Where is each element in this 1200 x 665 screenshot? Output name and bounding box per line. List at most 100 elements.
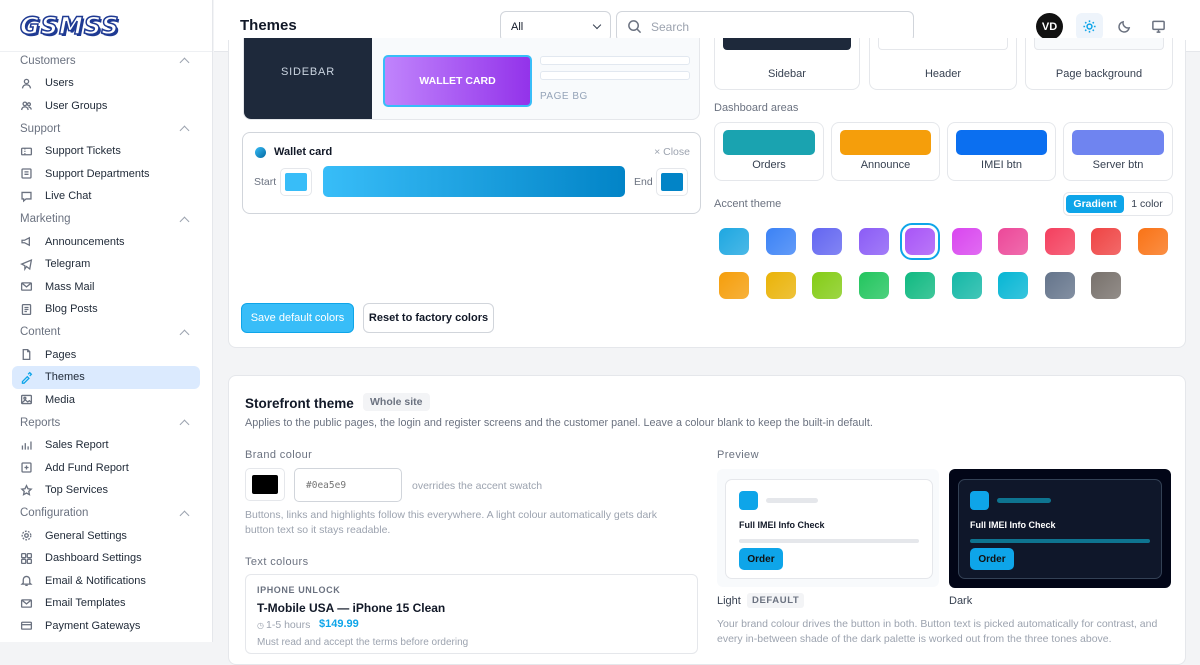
- sidebar-item-media[interactable]: Media: [12, 389, 200, 412]
- storefront-theme-card: Storefront theme Whole site Applies to t…: [228, 375, 1186, 665]
- accent-swatch[interactable]: [765, 228, 796, 255]
- swatch-page-background[interactable]: Page background: [1025, 38, 1173, 90]
- logo[interactable]: GSMSS: [0, 0, 212, 52]
- accent-swatch[interactable]: [1137, 228, 1168, 255]
- sidebar-item-label: Sales Report: [45, 439, 109, 452]
- accent-swatch[interactable]: [951, 228, 982, 255]
- swatch-orders[interactable]: Orders: [714, 122, 824, 181]
- sidebar-section-marketing[interactable]: Marketing: [12, 208, 200, 231]
- text-colours-sample: IPHONE UNLOCK T-Mobile USA — iPhone 15 C…: [245, 574, 698, 654]
- sidebar-item-themes[interactable]: Themes: [12, 366, 200, 389]
- avatar[interactable]: VD: [1036, 13, 1063, 40]
- close-button[interactable]: × Close: [654, 146, 690, 158]
- accent-swatch[interactable]: [998, 228, 1028, 255]
- page-title: Themes: [240, 17, 297, 34]
- sidebar-item-label: Telegram: [45, 258, 91, 271]
- sample-time: ◷ 1-5 hours: [257, 619, 310, 631]
- dashboard-theme-card: SIDEBAR WALLET CARD PAGE BG Wallet card …: [228, 38, 1186, 348]
- sidebar-item-payment-gateways[interactable]: Payment Gateways: [12, 615, 200, 638]
- end-color-picker[interactable]: [656, 168, 688, 196]
- accent-swatch[interactable]: [998, 272, 1028, 299]
- sidebar-item-mass-mail[interactable]: Mass Mail: [12, 276, 200, 299]
- system-mode-button[interactable]: [1145, 13, 1172, 40]
- reset-factory-colors-button[interactable]: Reset to factory colors: [363, 303, 494, 333]
- sidebar-item-general-settings[interactable]: General Settings: [12, 525, 200, 548]
- sidebar-item-support-tickets[interactable]: Support Tickets: [12, 140, 200, 163]
- dark-mode-button[interactable]: [1111, 13, 1138, 40]
- sidebar-item-telegram[interactable]: Telegram: [12, 253, 200, 276]
- sidebar-item-email-notifications[interactable]: Email & Notifications: [12, 570, 200, 593]
- sidebar-item-support-departments[interactable]: Support Departments: [12, 163, 200, 186]
- start-color-picker[interactable]: [280, 168, 312, 196]
- save-default-colors-button[interactable]: Save default colors: [241, 303, 354, 333]
- accent-swatch[interactable]: [812, 272, 842, 299]
- sales-report-icon: [20, 439, 33, 452]
- accent-swatch[interactable]: [1044, 272, 1075, 299]
- section-label: Customers: [20, 54, 76, 67]
- preview-line: [766, 498, 818, 503]
- accent-swatch[interactable]: [858, 272, 889, 299]
- sidebar-item-label: Add Fund Report: [45, 461, 129, 474]
- single-color-mode-button[interactable]: 1 color: [1124, 198, 1170, 210]
- dark-label: Dark: [949, 595, 973, 607]
- accent-swatch[interactable]: [812, 228, 842, 255]
- support-tickets-icon: [20, 145, 33, 158]
- preview-order-button[interactable]: Order: [970, 548, 1014, 570]
- light-mode-button[interactable]: [1076, 13, 1103, 40]
- swatch-label: Sidebar: [768, 68, 806, 80]
- swatch-sidebar[interactable]: Sidebar: [714, 38, 860, 90]
- user-groups-icon: [20, 99, 33, 112]
- sidebar-section-configuration[interactable]: Configuration: [12, 502, 200, 525]
- gradient-bar[interactable]: [323, 166, 625, 197]
- preview-note: Your brand colour drives the button in b…: [717, 618, 1158, 645]
- accent-swatch[interactable]: [719, 228, 749, 255]
- storefront-title: Storefront theme: [245, 396, 354, 411]
- swatch-header[interactable]: Header: [869, 38, 1017, 90]
- chevron-up-icon: [179, 216, 190, 226]
- sidebar-item-users[interactable]: Users: [12, 72, 200, 95]
- sidebar-item-top-services[interactable]: Top Services: [12, 479, 200, 502]
- sidebar-item-live-chat[interactable]: Live Chat: [12, 185, 200, 208]
- text-colours-label: Text colours: [245, 556, 309, 568]
- sidebar-section-customers[interactable]: Customers: [12, 49, 200, 72]
- brand-color-picker[interactable]: [245, 468, 285, 501]
- sidebar-item-label: Payment Gateways: [45, 619, 141, 632]
- preview-order-button[interactable]: Order: [739, 548, 783, 570]
- preview-page-bg[interactable]: PAGE BG: [540, 91, 588, 102]
- sidebar-item-label: Media: [45, 393, 75, 406]
- accent-swatch[interactable]: [1091, 228, 1121, 255]
- sample-time-text: 1-5 hours: [265, 619, 311, 631]
- accent-swatch[interactable]: [858, 228, 889, 255]
- gradient-mode-button[interactable]: Gradient: [1066, 195, 1124, 213]
- mass-mail-icon: [20, 280, 33, 293]
- sidebar-section-content[interactable]: Content: [12, 321, 200, 344]
- preview-sidebar[interactable]: SIDEBAR: [244, 38, 372, 119]
- sidebar-item-blog-posts[interactable]: Blog Posts: [12, 298, 200, 321]
- accent-swatch[interactable]: [1091, 272, 1121, 299]
- swatch-server-btn[interactable]: Server btn: [1063, 122, 1173, 181]
- sidebar-item-sales-report[interactable]: Sales Report: [12, 434, 200, 457]
- brand-colour-input[interactable]: [294, 468, 402, 502]
- accent-swatch[interactable]: [765, 272, 796, 299]
- sidebar-section-support[interactable]: Support: [12, 117, 200, 140]
- accent-swatch[interactable]: [900, 223, 940, 260]
- swatch-imei-btn[interactable]: IMEI btn: [947, 122, 1056, 181]
- sidebar-item-add-fund-report[interactable]: Add Fund Report: [12, 457, 200, 480]
- swatch-chip: [878, 38, 1008, 50]
- accent-swatch[interactable]: [951, 272, 982, 299]
- sidebar-item-dashboard-settings[interactable]: Dashboard Settings: [12, 547, 200, 570]
- sidebar-item-pages[interactable]: Pages: [12, 344, 200, 367]
- swatch-announce[interactable]: Announce: [831, 122, 940, 181]
- sidebar-section-reports[interactable]: Reports: [12, 411, 200, 434]
- section-label: Configuration: [20, 507, 89, 519]
- sidebar-item-label: Announcements: [45, 235, 125, 248]
- accent-swatch[interactable]: [905, 272, 935, 299]
- sidebar-item-email-templates[interactable]: Email Templates: [12, 592, 200, 615]
- accent-swatch[interactable]: [1044, 228, 1075, 255]
- sidebar-item-user-groups[interactable]: User Groups: [12, 95, 200, 118]
- sidebar-item-announcements[interactable]: Announcements: [12, 231, 200, 254]
- preview-wallet-card[interactable]: WALLET CARD: [383, 55, 532, 107]
- sidebar-item-label: Support Departments: [45, 167, 150, 180]
- telegram-icon: [20, 258, 33, 271]
- accent-swatch[interactable]: [719, 272, 749, 299]
